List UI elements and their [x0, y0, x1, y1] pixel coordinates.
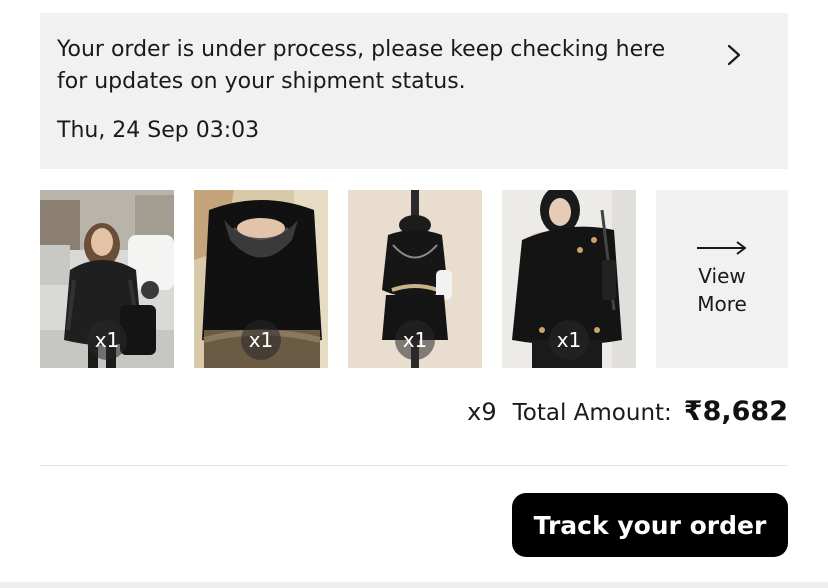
chevron-right-icon[interactable]: [724, 43, 744, 67]
item-count: x9: [467, 398, 497, 426]
order-item-thumbnail[interactable]: x1: [194, 190, 328, 368]
view-more-label: View More: [697, 264, 747, 316]
quantity-badge: x1: [87, 320, 127, 360]
quantity-badge: x1: [395, 320, 435, 360]
order-summary-page: Your order is under process, please keep…: [0, 0, 828, 588]
view-more-button[interactable]: View More: [656, 190, 788, 368]
order-timestamp: Thu, 24 Sep 03:03: [57, 118, 260, 143]
order-item-thumbnail[interactable]: x1: [348, 190, 482, 368]
arrow-right-icon: [697, 241, 747, 255]
order-item-thumbnail[interactable]: x1: [502, 190, 636, 368]
track-order-button[interactable]: Track your order: [512, 493, 788, 557]
order-status-message: Your order is under process, please keep…: [57, 37, 666, 94]
divider: [40, 465, 788, 466]
quantity-badge: x1: [241, 320, 281, 360]
order-items-row: x1 x1 x1 x1 View More: [40, 190, 788, 368]
bottom-divider-strip: [0, 582, 828, 588]
order-total-summary: x9 Total Amount: ₹8,682: [467, 396, 788, 436]
total-amount-value: ₹8,682: [683, 396, 788, 427]
order-status-card[interactable]: Your order is under process, please keep…: [40, 13, 788, 169]
quantity-badge: x1: [549, 320, 589, 360]
total-amount-label: Total Amount:: [512, 400, 672, 426]
order-item-thumbnail[interactable]: x1: [40, 190, 174, 368]
